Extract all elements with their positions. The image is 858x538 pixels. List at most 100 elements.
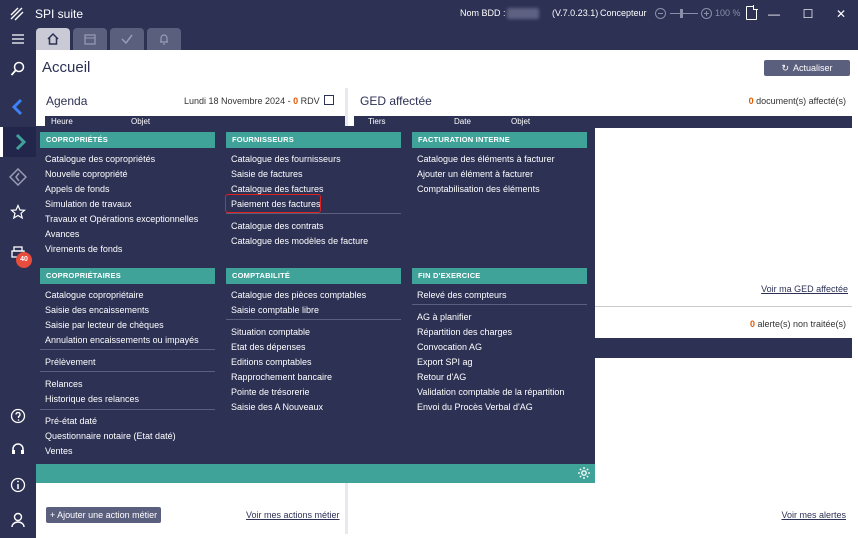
menu-item[interactable]: Catalogue des éléments à facturer [417,154,555,164]
bell-icon [160,34,168,45]
minimize-button[interactable]: — [757,0,791,28]
menu-item[interactable]: Catalogue des factures [231,184,324,194]
menu-item[interactable]: Etat des dépenses [231,342,306,352]
menu-item[interactable]: Questionnaire notaire (Etat daté) [45,431,176,441]
headset-icon [12,443,24,454]
menu-item[interactable]: Relances [45,379,83,389]
mega-menu-footer [36,464,595,483]
rail-user[interactable] [0,505,36,535]
menu-item[interactable]: Editions comptables [231,357,312,367]
menu-item[interactable]: Envoi du Procès Verbal d'AG [417,402,533,412]
menu-item[interactable]: Travaux et Opérations exceptionnelles [45,214,198,224]
ged-col-date: Date [454,117,471,126]
tab-calendar[interactable] [73,28,107,50]
rail-help[interactable] [0,401,36,431]
view-actions-link[interactable]: Voir mes actions métier [246,510,340,520]
menu-item[interactable]: Catalogue des fournisseurs [231,154,341,164]
rail-module-1[interactable] [0,92,36,122]
menu-item[interactable]: Retour d'AG [417,372,466,382]
page-title: Accueil [42,59,91,76]
menu-toggle[interactable] [0,24,36,54]
title-bar: SPI suite Nom BDD : (V.7.0.23.1) Concept… [0,0,858,28]
refresh-button[interactable]: ↻ Actualiser [764,60,850,76]
menu-item[interactable]: Nouvelle copropriété [45,169,128,179]
menu-separator [40,349,215,350]
agenda-date: Lundi 18 Novembre 2024 - 0 RDV [184,96,320,106]
menu-item[interactable]: Saisie de factures [231,169,303,179]
menu-item[interactable]: Pré-état daté [45,416,97,426]
menu-separator [226,319,401,320]
maximize-button[interactable]: ☐ [791,0,825,28]
db-name-value [507,8,539,19]
menu-col-1: COPROPRIÉTÉS Catalogue des copropriétés … [40,126,216,466]
zoom-slider-thumb[interactable] [680,9,683,18]
rail-module-3[interactable] [0,162,36,192]
menu-item[interactable]: Annulation encaissements ou impayés [45,335,199,345]
highlight-box [225,194,321,213]
menu-item[interactable]: Saisie des encaissements [45,305,149,315]
menu-item[interactable]: Appels de fonds [45,184,110,194]
menu-item[interactable]: Saisie des A Nouveaux [231,402,323,412]
calendar-icon[interactable] [324,95,334,105]
rail-info[interactable] [0,470,36,500]
menu-item[interactable]: Historique des relances [45,394,139,404]
menu-item[interactable]: Validation comptable de la répartition [417,387,564,397]
menu-item[interactable]: Catalogue des copropriétés [45,154,155,164]
view-alerts-link[interactable]: Voir mes alertes [781,510,846,520]
close-button[interactable]: ✕ [824,0,858,28]
rail-search[interactable] [0,54,36,84]
menu-item[interactable]: Relevé des compteurs [417,290,507,300]
mega-menu: COPROPRIÉTÉS Catalogue des copropriétés … [36,126,595,483]
menu-item[interactable]: Virements de fonds [45,244,122,254]
menu-item[interactable]: Convocation AG [417,342,482,352]
menu-item[interactable]: AG à planifier [417,312,472,322]
gear-icon[interactable] [577,466,591,480]
menu-item[interactable]: Catalogue des modèles de facture [231,236,368,246]
left-rail: 40 [0,28,36,538]
tab-bar [36,28,858,50]
agenda-col-objet: Objet [131,117,151,126]
tab-tasks[interactable] [110,28,144,50]
search-icon [10,61,25,76]
alert-count-suffix: alerte(s) non traitée(s) [754,319,846,329]
zoom-slider[interactable] [670,13,698,14]
view-ged-link[interactable]: Voir ma GED affectée [761,284,848,294]
menu-item[interactable]: Ventes [45,446,73,456]
menu-item[interactable]: Catalogue des pièces comptables [231,290,366,300]
menu-item[interactable]: Export SPI ag [417,357,473,367]
menu-col-3: FACTURATION INTERNE Catalogue des élémen… [412,126,588,466]
rail-module-2[interactable] [0,127,36,157]
menu-item[interactable]: Avances [45,229,79,239]
menu-item[interactable]: Simulation de travaux [45,199,132,209]
agenda-date-text: Lundi 18 Novembre 2024 - [184,96,294,106]
checkmark-icon [121,34,133,45]
menu-item[interactable]: Saisie par lecteur de chèques [45,320,164,330]
document-icon[interactable] [746,5,758,20]
hamburger-icon [12,34,24,44]
menu-item[interactable]: Comptabilisation des éléments [417,184,540,194]
add-action-button[interactable]: + Ajouter une action métier [46,507,161,523]
tab-notifications[interactable] [147,28,181,50]
menu-item[interactable]: Pointe de trésorerie [231,387,310,397]
menu-item[interactable]: Rapprochement bancaire [231,372,332,382]
menu-item[interactable]: Catalogue des contrats [231,221,324,231]
menu-item[interactable]: Ajouter un élément à facturer [417,169,533,179]
menu-item[interactable]: Saisie comptable libre [231,305,319,315]
zoom-out-icon[interactable] [655,8,666,19]
agenda-title: Agenda [46,94,88,108]
menu-col-2: FOURNISSEURS Catalogue des fournisseurs … [225,126,402,466]
menu-item[interactable]: Catalogue copropriétaire [45,290,144,300]
rail-favorites[interactable] [0,197,36,227]
menu-header-facturation-interne: FACTURATION INTERNE [412,132,587,148]
menu-item[interactable]: Répartition des charges [417,327,512,337]
user-icon [11,512,25,528]
ged-col-tiers: Tiers [368,117,386,126]
menu-item[interactable]: Prélèvement [45,357,96,367]
rail-support[interactable] [0,434,36,464]
menu-item[interactable]: Situation comptable [231,327,310,337]
chevron-right-icon [15,133,26,151]
menu-separator [40,371,215,372]
refresh-icon: ↻ [781,63,790,73]
zoom-in-icon[interactable] [701,8,712,19]
tab-home[interactable] [36,28,70,50]
